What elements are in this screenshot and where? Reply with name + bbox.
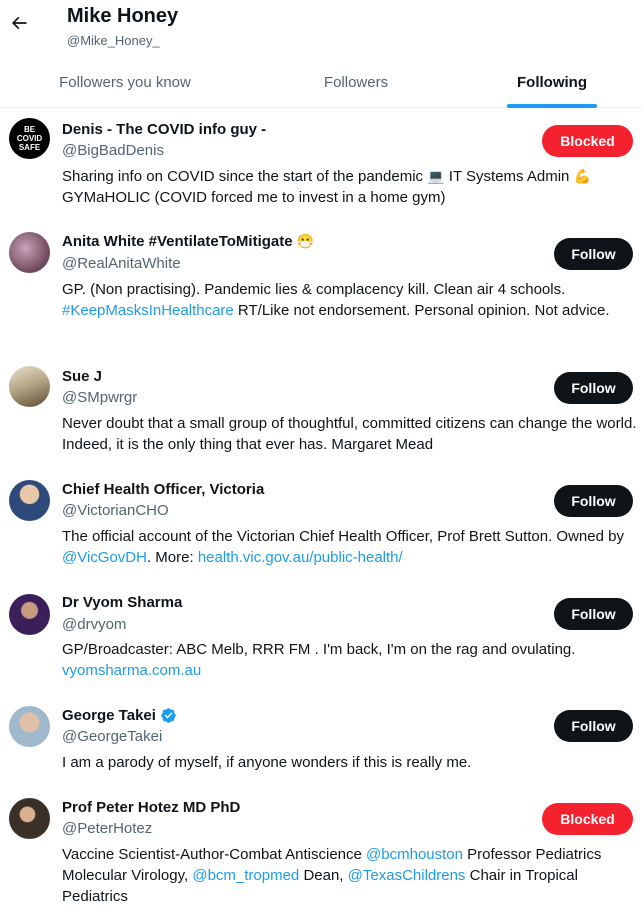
user-cell[interactable]: George Takei @GeorgeTakei Follow I am a … [0,694,643,786]
user-bio: GP. (Non practising). Pandemic lies & co… [62,279,637,321]
user-name[interactable]: Anita White #VentilateToMitigate 😷 [62,233,314,250]
button-label: Follow [571,493,616,509]
tab-followers-you-know[interactable]: Followers you know [40,56,210,108]
bio-text: Never doubt that a small group of though… [62,415,637,453]
mention-link[interactable]: @bcm_tropmed [192,867,299,884]
avatar-text: SAFE [18,143,41,152]
user-bio: Vaccine Scientist-Author-Combat Antiscie… [62,844,637,907]
tab-bar: Followers you know Followers Following [0,56,643,108]
back-arrow-icon [11,16,27,30]
user-bio: I am a parody of myself, if anyone wonde… [62,752,637,773]
user-handle[interactable]: @SMpwrgr [62,389,137,406]
user-bio: GP/Broadcaster: ABC Melb, RRR FM . I'm b… [62,639,637,681]
bio-text: GP/Broadcaster: ABC Melb, RRR FM . I'm b… [62,641,576,658]
user-name[interactable]: Chief Health Officer, Victoria [62,481,264,498]
mention-link[interactable]: @bcmhouston [366,846,463,863]
follow-button[interactable]: Follow [554,485,633,517]
bio-text: IT Systems Admin [444,168,574,185]
user-name[interactable]: Prof Peter Hotez MD PhD [62,799,240,816]
bio-text: The official account of the Victorian Ch… [62,528,624,545]
verified-badge-icon [161,708,176,723]
profile-name: Mike Honey [67,5,179,27]
bio-text: Sharing info on COVID since the start of… [62,168,428,185]
button-label: Blocked [560,133,615,149]
bio-text: Dean, [299,867,348,884]
user-name-text: Chief Health Officer, Victoria [62,481,265,498]
blocked-button[interactable]: Blocked [542,125,633,157]
back-button[interactable] [6,10,32,36]
user-cell[interactable]: Sue J @SMpwrgr Follow Never doubt that a… [0,356,643,468]
avatar[interactable] [9,480,50,521]
user-name-text: Denis - The COVID info guy - [62,121,267,138]
user-cell[interactable]: Chief Health Officer, Victoria @Victoria… [0,468,643,582]
tab-label: Following [517,73,587,91]
follow-button[interactable]: Follow [554,372,633,404]
flexed-biceps-emoji-icon: 💪 [573,168,592,184]
button-label: Follow [571,380,616,396]
user-name[interactable]: Sue J [62,368,102,385]
user-handle[interactable]: @VictorianCHO [62,502,169,519]
bio-text: . More: [146,549,198,566]
user-bio: Never doubt that a small group of though… [62,413,637,455]
mention-link[interactable]: @TexasChildrens [348,867,466,884]
avatar[interactable] [9,798,50,839]
bio-text: GYMaHOLIC (COVID forced me to invest in … [62,189,446,206]
bio-text: Vaccine Scientist-Author-Combat Antiscie… [62,846,367,863]
button-label: Follow [571,718,616,734]
user-cell[interactable]: Anita White #VentilateToMitigate 😷 @Real… [0,222,643,356]
profile-header: Mike Honey @Mike_Honey_ [0,0,643,56]
user-name[interactable]: George Takei [62,707,177,724]
button-label: Follow [571,606,616,622]
user-cell[interactable]: BE COVID SAFE Denis - The COVID info guy… [0,108,643,220]
avatar[interactable] [9,594,50,635]
follow-button[interactable]: Follow [554,710,633,742]
user-bio: The official account of the Victorian Ch… [62,526,637,568]
avatar-text: COVID [16,134,43,143]
avatar[interactable] [9,232,50,273]
user-handle[interactable]: @GeorgeTakei [62,728,162,745]
avatar[interactable] [9,366,50,407]
avatar[interactable] [9,706,50,747]
website-link[interactable]: vyomsharma.com.au [62,662,201,679]
mention-link[interactable]: @VicGovDH [62,549,147,566]
bio-text: GP. (Non practising). Pandemic lies & co… [62,281,566,298]
button-label: Follow [571,246,616,262]
user-name-text: Anita White #VentilateToMitigate [62,233,293,250]
follow-button[interactable]: Follow [554,598,633,630]
user-cell[interactable]: Prof Peter Hotez MD PhD @PeterHotez Bloc… [0,786,643,917]
user-cell[interactable]: Dr Vyom Sharma @drvyom Follow GP/Broadca… [0,582,643,694]
user-handle[interactable]: @BigBadDenis [62,142,164,159]
face-mask-emoji-icon: 😷 [296,233,315,249]
tab-following[interactable]: Following [507,56,597,108]
user-name-text: Sue J [62,368,103,385]
user-name-text: Prof Peter Hotez MD PhD [62,799,241,816]
user-name-text: George Takei [62,707,156,724]
follow-button[interactable]: Follow [554,238,633,270]
user-name[interactable]: Dr Vyom Sharma [62,594,182,611]
laptop-emoji-icon: 💻 [427,168,445,184]
bio-text: I am a parody of myself, if anyone wonde… [62,754,472,771]
button-label: Blocked [560,811,615,827]
avatar-text: BE [23,125,36,134]
profile-handle: @Mike_Honey_ [67,33,160,48]
blocked-button[interactable]: Blocked [542,803,633,835]
avatar[interactable]: BE COVID SAFE [9,118,50,159]
website-link[interactable]: health.vic.gov.au/public-health/ [198,549,403,566]
tab-label: Followers [323,73,389,91]
user-handle[interactable]: @RealAnitaWhite [62,255,181,272]
user-name-text: Dr Vyom Sharma [62,594,183,611]
bio-text: RT/Like not endorsement. Personal opinio… [233,302,610,319]
user-handle[interactable]: @PeterHotez [62,820,152,837]
hashtag-link[interactable]: #KeepMasksInHealthcare [62,302,234,319]
user-handle[interactable]: @drvyom [62,616,126,633]
tab-label: Followers you know [59,73,191,91]
user-name[interactable]: Denis - The COVID info guy - [62,121,266,138]
user-bio: Sharing info on COVID since the start of… [62,166,637,208]
tab-followers[interactable]: Followers [286,56,426,108]
